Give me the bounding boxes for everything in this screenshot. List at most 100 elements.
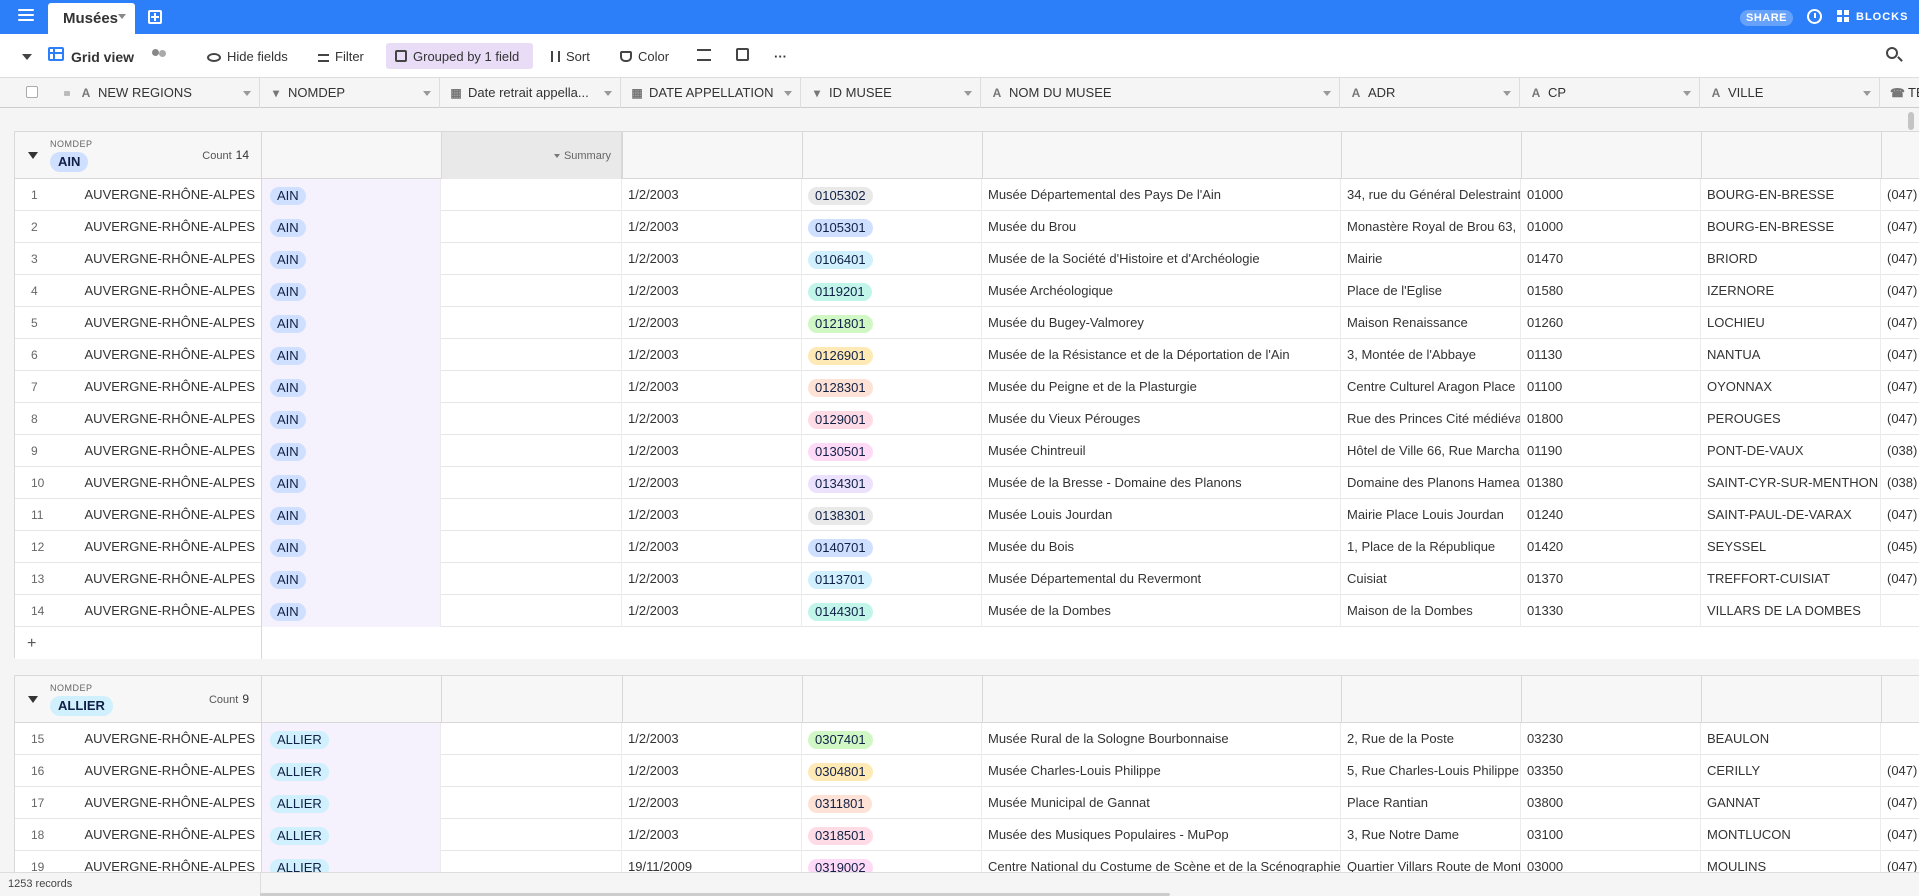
cell-telephone[interactable]: (047) 4 <box>1881 243 1919 275</box>
cell-nom-du-musee[interactable]: Musée Municipal de Gannat <box>982 787 1341 819</box>
cell-ville[interactable]: PONT-DE-VAUX <box>1701 435 1881 467</box>
collapse-group-icon[interactable] <box>28 696 38 703</box>
cell-adr[interactable]: Maison de la Dombes <box>1341 595 1521 627</box>
cell-new-regions[interactable]: AUVERGNE-RHÔNE-ALPES <box>75 467 262 499</box>
cell-nomdep[interactable]: AIN <box>262 563 441 595</box>
cell-cp[interactable]: 01420 <box>1521 531 1701 563</box>
hide-fields-button[interactable]: Hide fields <box>207 46 288 68</box>
cell-date-appellation[interactable]: 1/2/2003 <box>622 243 802 275</box>
column-menu-chevron-icon[interactable] <box>423 91 431 96</box>
cell-nomdep[interactable]: ALLIER <box>262 819 441 851</box>
cell-cp[interactable]: 03100 <box>1521 819 1701 851</box>
column-menu-chevron-icon[interactable] <box>604 91 612 96</box>
cell-id-musee[interactable]: 0304801 <box>802 755 982 787</box>
cell-date-retrait[interactable] <box>441 499 622 531</box>
cell-cp[interactable]: 01800 <box>1521 403 1701 435</box>
cell-nomdep[interactable]: AIN <box>262 339 441 371</box>
cell-id-musee[interactable]: 0126901 <box>802 339 982 371</box>
cell-adr[interactable]: Place de l'Eglise <box>1341 275 1521 307</box>
cell-date-appellation[interactable]: 1/2/2003 <box>622 403 802 435</box>
cell-new-regions[interactable]: AUVERGNE-RHÔNE-ALPES <box>75 723 262 755</box>
cell-cp[interactable]: 03350 <box>1521 755 1701 787</box>
column-menu-chevron-icon[interactable] <box>1323 91 1331 96</box>
sort-button[interactable]: Sort <box>551 46 590 68</box>
hamburger-menu-icon[interactable] <box>18 9 34 23</box>
cell-date-retrait[interactable] <box>441 755 622 787</box>
cell-telephone[interactable]: (045) 0 <box>1881 531 1919 563</box>
cell-new-regions[interactable]: AUVERGNE-RHÔNE-ALPES <box>75 211 262 243</box>
cell-nomdep[interactable]: AIN <box>262 467 441 499</box>
cell-adr[interactable]: Domaine des Planons Hameau <box>1341 467 1521 499</box>
cell-adr[interactable]: 3, Montée de l'Abbaye <box>1341 339 1521 371</box>
cell-id-musee[interactable]: 0128301 <box>802 371 982 403</box>
cell-date-retrait[interactable] <box>441 211 622 243</box>
cell-telephone[interactable]: (047) 0 <box>1881 755 1919 787</box>
cell-ville[interactable]: LOCHIEU <box>1701 307 1881 339</box>
cell-nom-du-musee[interactable]: Musée des Musiques Populaires - MuPop <box>982 819 1341 851</box>
table-row[interactable]: 13 AUVERGNE-RHÔNE-ALPES AIN 1/2/2003 0113701… <box>15 563 1919 595</box>
cell-id-musee[interactable]: 0138301 <box>802 499 982 531</box>
filter-button[interactable]: Filter <box>318 46 364 68</box>
cell-date-appellation[interactable]: 1/2/2003 <box>622 339 802 371</box>
cell-date-appellation[interactable]: 1/2/2003 <box>622 787 802 819</box>
cell-adr[interactable]: 34, rue du Général Delestraint <box>1341 179 1521 211</box>
column-menu-chevron-icon[interactable] <box>1683 91 1691 96</box>
cell-ville[interactable]: SEYSSEL <box>1701 531 1881 563</box>
cell-telephone[interactable] <box>1881 723 1919 755</box>
column-header-dep[interactable]: ▾ NOMDEP <box>260 78 440 108</box>
cell-ville[interactable]: PEROUGES <box>1701 403 1881 435</box>
cell-nom-du-musee[interactable]: Musée du Vieux Pérouges <box>982 403 1341 435</box>
cell-new-regions[interactable]: AUVERGNE-RHÔNE-ALPES <box>75 819 262 851</box>
cell-id-musee[interactable]: 0134301 <box>802 467 982 499</box>
table-row[interactable]: 14 AUVERGNE-RHÔNE-ALPES AIN 1/2/2003 0144301… <box>15 595 1919 627</box>
cell-nom-du-musee[interactable]: Musée Départemental du Revermont <box>982 563 1341 595</box>
cell-id-musee[interactable]: 0144301 <box>802 595 982 627</box>
cell-nom-du-musee[interactable]: Musée Chintreuil <box>982 435 1341 467</box>
cell-date-appellation[interactable]: 1/2/2003 <box>622 371 802 403</box>
cell-date-retrait[interactable] <box>441 723 622 755</box>
cell-date-retrait[interactable] <box>441 595 622 627</box>
cell-new-regions[interactable]: AUVERGNE-RHÔNE-ALPES <box>75 179 262 211</box>
cell-telephone[interactable]: (038) 5 <box>1881 435 1919 467</box>
tab-musees[interactable]: Musées <box>48 3 135 34</box>
cell-date-appellation[interactable]: 1/2/2003 <box>622 275 802 307</box>
column-header-id[interactable]: ▾ ID MUSEE <box>801 78 981 108</box>
cell-new-regions[interactable]: AUVERGNE-RHÔNE-ALPES <box>75 531 262 563</box>
cell-telephone[interactable]: (038) 5 <box>1881 467 1919 499</box>
column-header-date[interactable]: ▦ DATE APPELLATION <box>621 78 801 108</box>
cell-telephone[interactable]: (047) 0 <box>1881 787 1919 819</box>
table-row[interactable]: 5 AUVERGNE-RHÔNE-ALPES AIN 1/2/2003 0121801 M… <box>15 307 1919 339</box>
cell-date-retrait[interactable] <box>441 307 622 339</box>
cell-nomdep[interactable]: AIN <box>262 243 441 275</box>
cell-date-retrait[interactable] <box>441 403 622 435</box>
cell-cp[interactable]: 01370 <box>1521 563 1701 595</box>
tab-dropdown-icon[interactable] <box>118 14 126 19</box>
cell-nomdep[interactable]: AIN <box>262 403 441 435</box>
cell-nom-du-musee[interactable]: Musée du Peigne et de la Plasturgie <box>982 371 1341 403</box>
cell-date-retrait[interactable] <box>441 531 622 563</box>
share-button[interactable]: SHARE <box>1740 10 1794 26</box>
cell-date-appellation[interactable]: 1/2/2003 <box>622 755 802 787</box>
cell-nomdep[interactable]: AIN <box>262 499 441 531</box>
cell-adr[interactable]: 5, Rue Charles-Louis Philippe <box>1341 755 1521 787</box>
cell-telephone[interactable]: (047) 4 <box>1881 499 1919 531</box>
cell-adr[interactable]: Hôtel de Ville 66, Rue Marchande <box>1341 435 1521 467</box>
column-header-ville[interactable]: A VILLE <box>1700 78 1880 108</box>
cell-cp[interactable]: 01130 <box>1521 339 1701 371</box>
cell-nomdep[interactable]: AIN <box>262 179 441 211</box>
table-row[interactable]: 16 AUVERGNE-RHÔNE-ALPES ALLIER 1/2/2003 0304… <box>15 755 1919 787</box>
cell-date-appellation[interactable]: 1/2/2003 <box>622 723 802 755</box>
cell-ville[interactable]: GANNAT <box>1701 787 1881 819</box>
table-row[interactable]: 4 AUVERGNE-RHÔNE-ALPES AIN 1/2/2003 0119201 M… <box>15 275 1919 307</box>
cell-telephone[interactable]: (047) 0 <box>1881 819 1919 851</box>
cell-telephone[interactable]: (047) 4 <box>1881 275 1919 307</box>
cell-nom-du-musee[interactable]: Musée Rural de la Sologne Bourbonnaise <box>982 723 1341 755</box>
cell-nom-du-musee[interactable]: Musée Charles-Louis Philippe <box>982 755 1341 787</box>
cell-telephone[interactable]: (047) 4 <box>1881 179 1919 211</box>
table-row[interactable]: 11 AUVERGNE-RHÔNE-ALPES AIN 1/2/2003 0138301… <box>15 499 1919 531</box>
cell-cp[interactable]: 01000 <box>1521 211 1701 243</box>
cell-adr[interactable]: 2, Rue de la Poste <box>1341 723 1521 755</box>
cell-cp[interactable]: 01380 <box>1521 467 1701 499</box>
cell-nom-du-musee[interactable]: Musée de la Bresse - Domaine des Planons <box>982 467 1341 499</box>
table-row[interactable]: 15 AUVERGNE-RHÔNE-ALPES ALLIER 1/2/2003 0307… <box>15 723 1919 755</box>
